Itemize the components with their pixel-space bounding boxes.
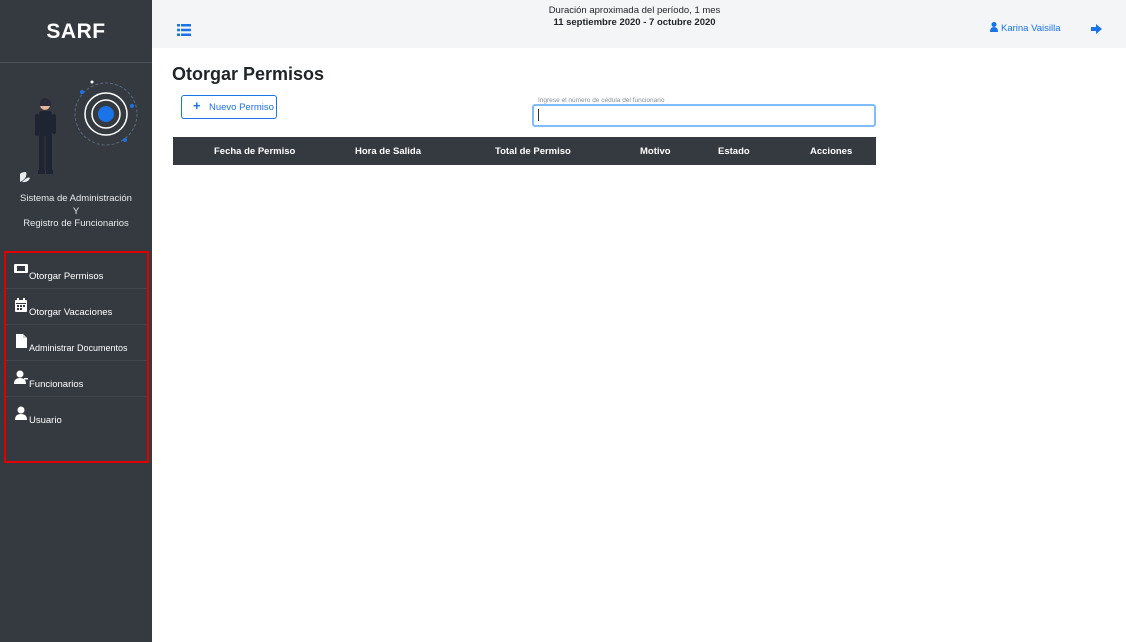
- sign-out-icon[interactable]: [1091, 23, 1103, 35]
- text-caret: [538, 109, 539, 121]
- plus-icon: +: [193, 98, 201, 113]
- user-icon: [990, 22, 998, 32]
- user-menu[interactable]: Karina Vaisilla: [990, 22, 1061, 34]
- user-icon: [15, 406, 27, 420]
- sidebar-item-administrar-documentos[interactable]: Administrar Documentos: [6, 325, 147, 361]
- new-permission-button[interactable]: + Nuevo Permiso: [181, 95, 277, 119]
- ticket-icon: [14, 264, 28, 273]
- sidebar-item-label: Administrar Documentos: [29, 343, 128, 353]
- brand-logo[interactable]: SARF: [0, 20, 152, 44]
- file-icon: [16, 334, 27, 348]
- system-name: Sistema de Administración Y Registro de …: [0, 193, 152, 231]
- column-header[interactable]: Hora de Salida: [355, 146, 421, 157]
- column-header[interactable]: Acciones: [810, 146, 852, 157]
- period-info: Duración aproximada del período, 1 mes 1…: [482, 5, 787, 29]
- sidebar-item-label: Usuario: [29, 415, 62, 426]
- sidebar-item-label: Otorgar Permisos: [29, 271, 104, 282]
- sidebar-item-usuario[interactable]: Usuario: [6, 397, 147, 433]
- permissions-table-header: Fecha de Permiso Hora de Salida Total de…: [173, 137, 876, 165]
- column-header[interactable]: Motivo: [640, 146, 671, 157]
- sidebar-item-label: Funcionarios: [29, 379, 84, 390]
- search-label: Ingrese el número de cédula del funciona…: [538, 97, 665, 104]
- user-name: Karina Vaisilla: [1001, 23, 1061, 34]
- new-permission-label: Nuevo Permiso: [209, 102, 274, 113]
- period-duration: Duración aproximada del período, 1 mes: [548, 5, 721, 16]
- system-name-line2: Y: [72, 205, 80, 217]
- sidebar: SARF Sistema de Administración Y Registr…: [0, 0, 152, 642]
- app: SARF Sistema de Administración Y Registr…: [0, 0, 1126, 642]
- sidebar-menu: Otorgar Permisos Otorgar Vacaciones Admi…: [4, 251, 149, 463]
- column-header[interactable]: Fecha de Permiso: [214, 146, 295, 157]
- sidebar-item-funcionarios[interactable]: Funcionarios: [6, 361, 147, 397]
- column-header[interactable]: Total de Permiso: [495, 146, 571, 157]
- sidebar-item-otorgar-permisos[interactable]: Otorgar Permisos: [6, 253, 147, 289]
- sidebar-item-label: Otorgar Vacaciones: [29, 307, 113, 318]
- top-navbar: Duración aproximada del período, 1 mes 1…: [152, 0, 1126, 48]
- cedula-search-input[interactable]: [532, 104, 876, 127]
- brand-divider: [0, 62, 152, 63]
- page-title: Otorgar Permisos: [172, 64, 325, 84]
- sidebar-item-otorgar-vacaciones[interactable]: Otorgar Vacaciones: [6, 289, 147, 325]
- period-range: 11 septiembre 2020 - 7 octubre 2020: [553, 17, 716, 28]
- system-name-line1: Sistema de Administración: [20, 193, 132, 204]
- column-header[interactable]: Estado: [718, 146, 750, 157]
- calendar-icon: [15, 298, 27, 312]
- woman-orbit-illustration: [20, 80, 138, 183]
- system-name-line3: Registro de Funcionarios: [23, 218, 129, 229]
- users-icon: [14, 370, 28, 384]
- list-menu-icon[interactable]: [177, 24, 191, 36]
